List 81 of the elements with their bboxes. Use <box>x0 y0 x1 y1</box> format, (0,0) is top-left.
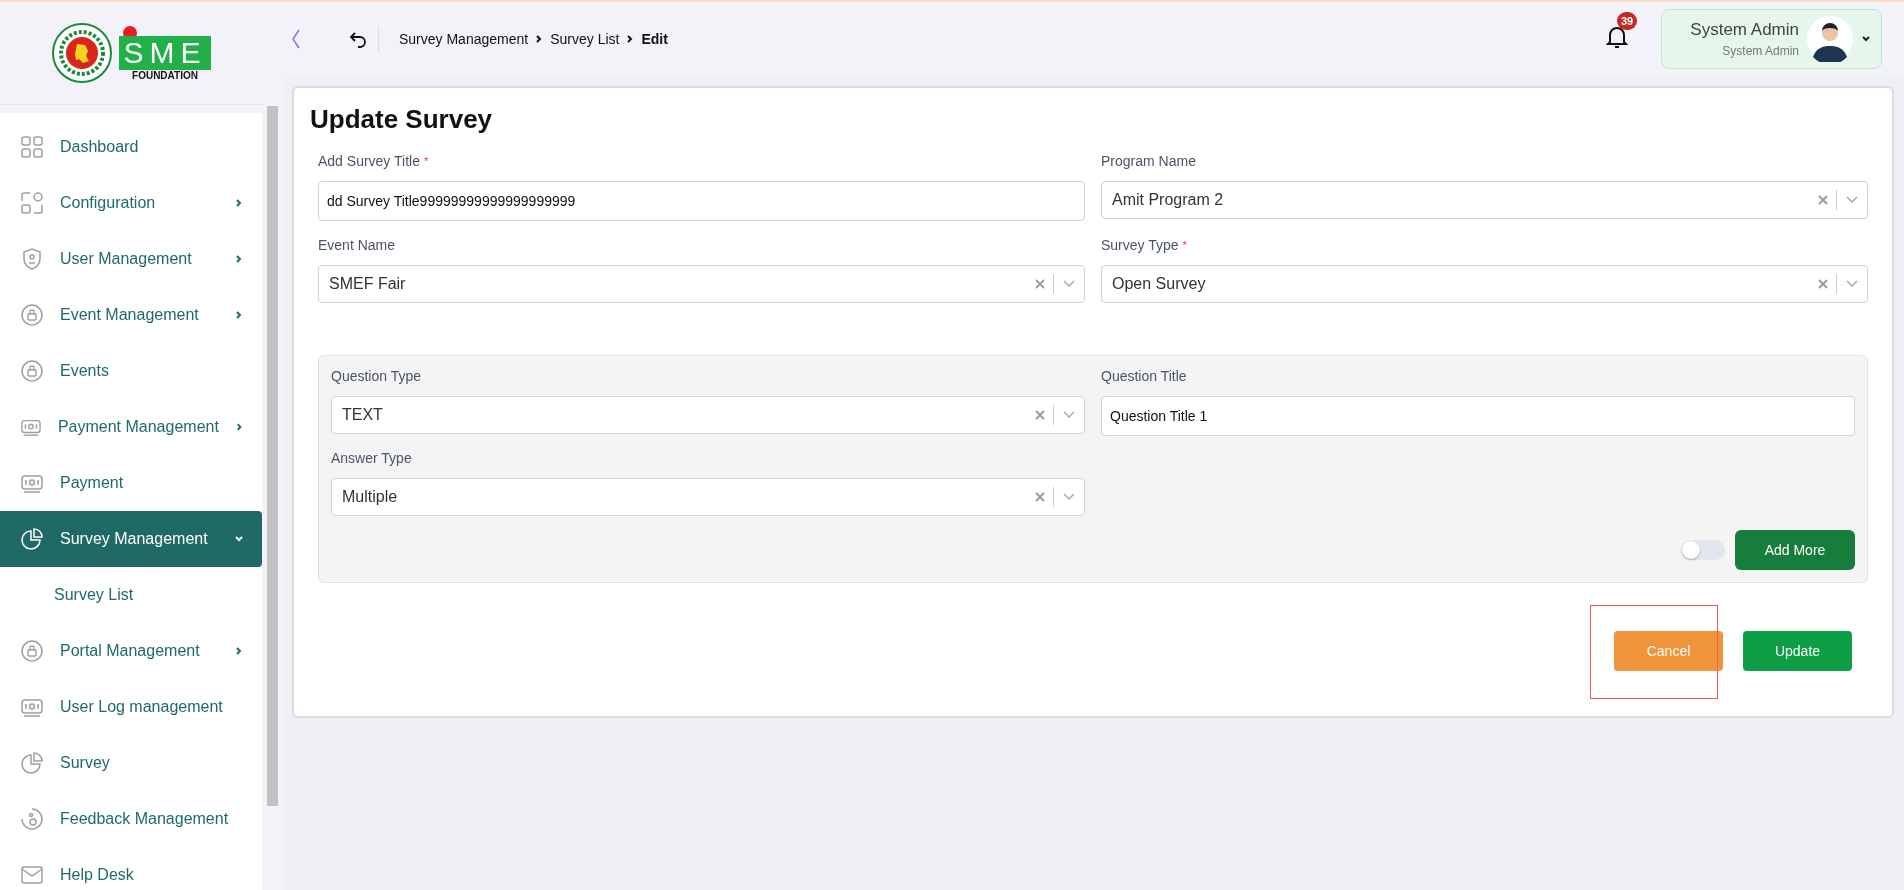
chevron-down-icon[interactable] <box>1062 279 1076 289</box>
select-value: SMEF Fair <box>329 275 407 293</box>
sidebar-item[interactable]: Feedback Management <box>0 791 262 847</box>
select-field[interactable]: TEXT <box>331 396 1085 434</box>
lock-icon <box>20 303 44 327</box>
pie-chart-icon <box>20 527 44 551</box>
bell-icon[interactable] <box>1605 24 1629 50</box>
chevron-right-icon <box>234 310 244 320</box>
clear-icon[interactable] <box>1035 410 1045 420</box>
required-mark: * <box>1182 239 1187 251</box>
chevron-down-icon[interactable] <box>1845 195 1859 205</box>
avatar-icon <box>1807 16 1853 62</box>
sidebar-item[interactable]: Payment Management <box>0 399 262 455</box>
sidebar-item[interactable]: Events <box>0 343 262 399</box>
notification-badge: 39 <box>1617 12 1638 30</box>
breadcrumb-link[interactable]: Survey List <box>550 31 620 47</box>
select-value: Amit Program 2 <box>1112 191 1225 209</box>
chevron-down-icon[interactable] <box>1062 492 1076 502</box>
user-role: System Admin <box>1722 44 1799 58</box>
chevron-down-icon[interactable] <box>1062 410 1076 420</box>
collapse-chevron-icon[interactable] <box>290 28 302 50</box>
sidebar-item[interactable]: Portal Management <box>0 623 262 679</box>
update-button[interactable]: Update <box>1743 631 1852 671</box>
sidebar-item[interactable]: User Log management <box>0 679 262 735</box>
user-menu[interactable]: System Admin System Admin <box>1661 9 1882 69</box>
required-mark: * <box>423 155 429 167</box>
chevron-down-icon[interactable] <box>1845 279 1859 289</box>
clear-icon[interactable] <box>1818 195 1828 205</box>
pie-chart-icon <box>20 751 44 775</box>
lock-icon <box>20 639 44 663</box>
undo-icon[interactable] <box>348 29 368 49</box>
emblem-logo <box>51 22 114 84</box>
add-more-button[interactable]: Add More <box>1735 530 1855 570</box>
clear-icon[interactable] <box>1035 279 1045 289</box>
envelope-icon <box>20 863 44 887</box>
apps-icon <box>20 191 44 215</box>
sidebar-item[interactable]: User Management <box>0 231 262 287</box>
select-field[interactable]: Amit Program 2 <box>1101 181 1868 219</box>
sidebar-item[interactable]: Survey <box>0 735 262 791</box>
sidebar-item[interactable]: Dashboard <box>0 119 262 175</box>
shield-icon <box>20 247 44 271</box>
field-label: Survey Type <box>1101 237 1179 253</box>
clear-icon[interactable] <box>1818 279 1828 289</box>
select-field[interactable]: Open Survey <box>1101 265 1868 303</box>
scrollbar-thumb[interactable] <box>266 106 278 806</box>
chevron-right-icon <box>234 254 244 264</box>
select-field[interactable]: SMEF Fair <box>318 265 1085 303</box>
field-label: Program Name <box>1101 153 1196 169</box>
breadcrumb-link[interactable]: Edit <box>641 31 668 47</box>
sidebar-item[interactable]: Event Management <box>0 287 262 343</box>
sidebar-item[interactable]: Help Desk <box>0 847 262 890</box>
text-input[interactable]: Question Title 1 <box>1101 396 1855 436</box>
chevron-down-icon <box>1861 34 1871 44</box>
breadcrumb-link[interactable]: Survey Management <box>399 31 529 47</box>
field-label: Event Name <box>318 237 396 253</box>
field-label: Question Type <box>331 368 422 384</box>
brand-logo-text: SME <box>119 35 211 70</box>
field-label: Answer Type <box>331 450 412 466</box>
field-label: Add Survey Title <box>318 153 420 169</box>
sidebar-item[interactable]: Payment <box>0 455 262 511</box>
toggle-switch[interactable] <box>1681 540 1725 560</box>
chevron-down-icon <box>234 534 244 544</box>
select-field[interactable]: Multiple <box>331 478 1085 516</box>
clear-icon[interactable] <box>1035 492 1045 502</box>
select-value: TEXT <box>342 406 384 424</box>
brand-tagline: FOUNDATION <box>132 69 198 81</box>
gauge-icon <box>20 807 44 831</box>
chevron-right-icon <box>234 646 244 656</box>
sidebar-item[interactable]: Survey Management <box>0 511 262 567</box>
user-name: System Admin <box>1690 20 1799 40</box>
sidebar-item[interactable]: Configuration <box>0 175 262 231</box>
sidebar-subitem[interactable]: Survey List <box>0 567 262 623</box>
select-value: Open Survey <box>1112 275 1207 293</box>
chevron-right-icon <box>234 198 244 208</box>
grid-icon <box>20 135 44 159</box>
select-value: Multiple <box>342 488 399 506</box>
lock-icon <box>20 359 44 383</box>
text-input[interactable]: dd Survey Title99999999999999999999 <box>318 181 1085 221</box>
page-title: Update Survey <box>310 104 494 135</box>
chevron-right-icon <box>234 422 244 432</box>
field-label: Question Title <box>1101 368 1187 384</box>
